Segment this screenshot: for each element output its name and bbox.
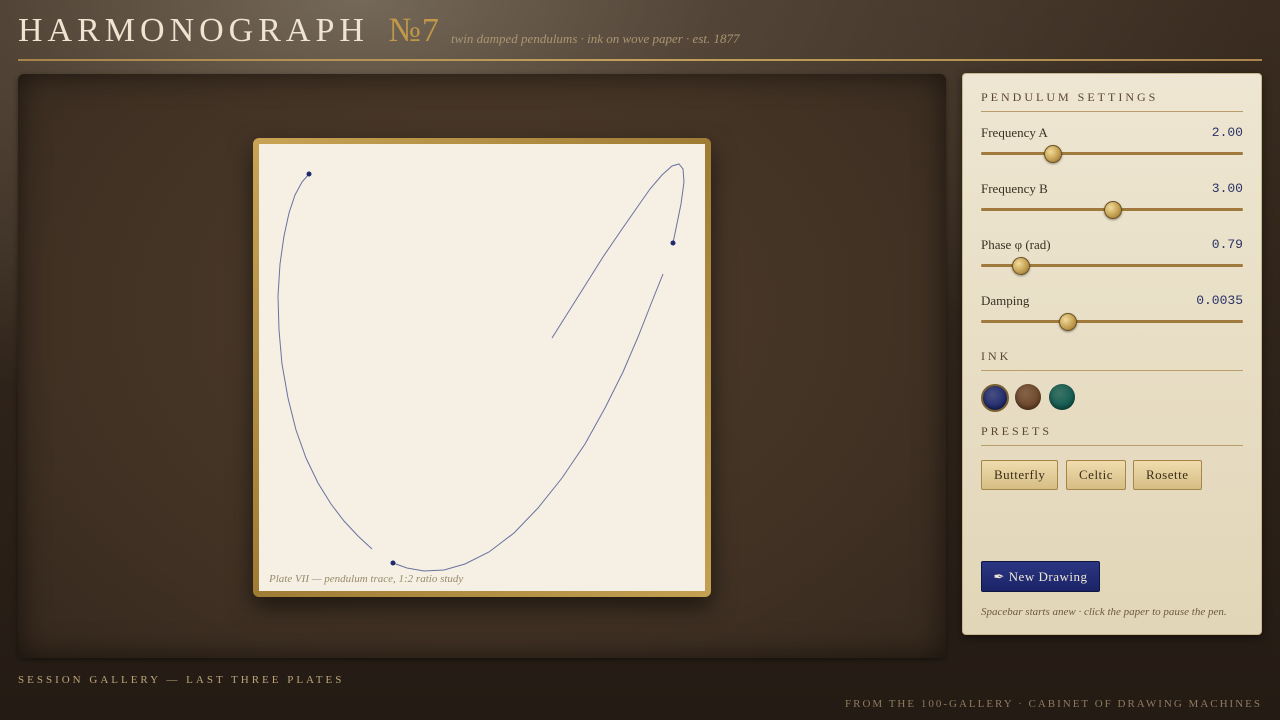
ink-swatch-teal[interactable] [1049,384,1075,410]
header-divider [18,59,1262,61]
frequency-b-slider-knob[interactable] [1104,201,1122,219]
presets-heading: PRESETS [981,424,1243,446]
app-title: HARMONOGRAPH №7 [18,12,440,50]
damping-slider-knob[interactable] [1059,313,1078,331]
ink-swatch-indigo[interactable] [981,384,1009,412]
pendulum-trace-3 [551,163,685,339]
ink-swatch-sepia[interactable] [1015,384,1041,410]
frequency-b-slider-row: Frequency B 3.00 [981,181,1243,221]
app-number: №7 [388,12,440,49]
pendulum-trace-2 [392,273,664,572]
phase-slider-row: Phase φ (rad) 0.79 [981,237,1243,277]
new-drawing-button[interactable]: ✒ New Drawing [981,561,1100,592]
pen-position-dot [670,240,676,246]
preset-butterfly-button[interactable]: Butterfly [981,460,1059,490]
frequency-b-label: Frequency B [981,181,1048,196]
phase-value: 0.79 [1211,237,1243,252]
trace-bottom-dot [390,560,396,566]
app-subtitle: twin damped pendulums · ink on wove pape… [451,31,740,46]
damping-slider[interactable] [981,320,1243,323]
frequency-a-value: 2.00 [1211,125,1243,140]
footer-credit: FROM THE 100-GALLERY · CABINET OF DRAWIN… [844,698,1262,710]
frequency-a-label: Frequency A [981,125,1048,140]
damping-value: 0.0035 [1196,293,1243,308]
frequency-a-slider-knob[interactable] [1043,145,1062,163]
phase-slider-knob[interactable] [1012,257,1031,275]
preset-celtic-button[interactable]: Celtic [1066,460,1127,490]
frequency-a-slider-row: Frequency A 2.00 [981,125,1243,165]
pendulum-trace-canvas[interactable] [259,144,705,591]
drawing-stage: Plate VII — pendulum trace, 1:2 ratio st… [18,74,946,658]
plate-caption: Plate VII — pendulum trace, 1:2 ratio st… [269,573,464,585]
preset-rosette-button[interactable]: Rosette [1133,460,1202,490]
frequency-b-value: 3.00 [1211,181,1243,196]
drawing-paper[interactable]: Plate VII — pendulum trace, 1:2 ratio st… [259,144,705,591]
pendulum-settings-heading: PENDULUM SETTINGS [981,90,1243,112]
session-gallery-heading: SESSION GALLERY — LAST THREE PLATES [18,674,345,686]
pendulum-trace [277,173,373,550]
damping-slider-row: Damping 0.0035 [981,293,1243,333]
paper-frame: Plate VII — pendulum trace, 1:2 ratio st… [253,138,711,597]
ink-heading: INK [981,349,1243,371]
settings-panel: PENDULUM SETTINGS Frequency A 2.00 Frequ… [962,73,1262,635]
phase-label: Phase φ (rad) [981,237,1051,252]
trace-start-dot [306,171,312,177]
damping-label: Damping [981,293,1030,308]
app-title-text: HARMONOGRAPH [18,12,369,49]
keyboard-hint: Spacebar starts anew · click the paper t… [981,606,1227,618]
frequency-a-slider[interactable] [981,152,1243,155]
